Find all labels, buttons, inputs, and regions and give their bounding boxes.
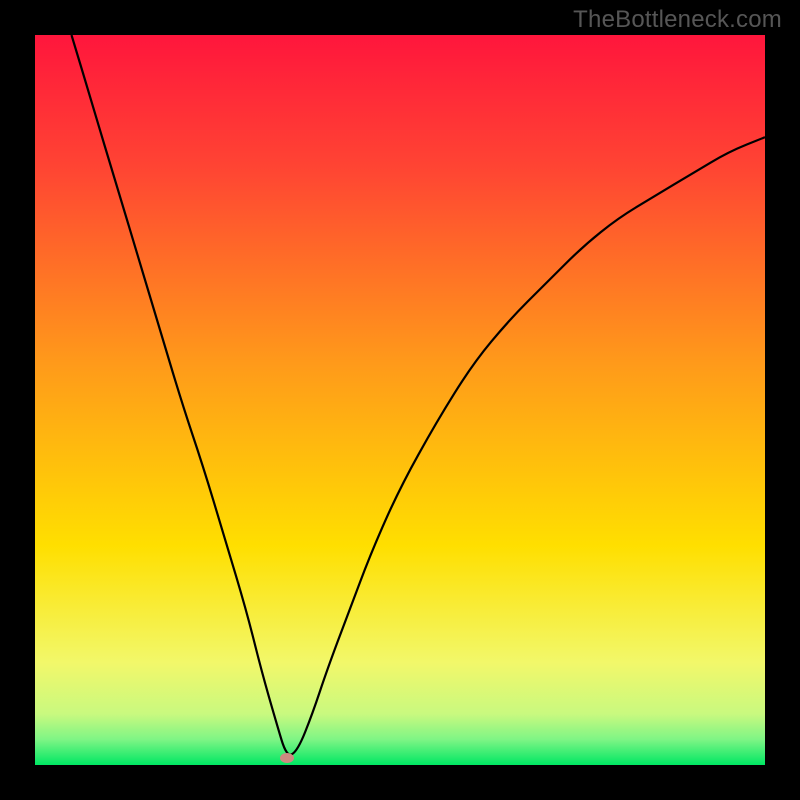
site-watermark: TheBottleneck.com: [573, 6, 782, 34]
plot-area: [35, 35, 765, 765]
bottleneck-curve: [35, 35, 765, 765]
chart-frame: TheBottleneck.com: [0, 0, 800, 800]
optimal-marker: [280, 753, 294, 763]
